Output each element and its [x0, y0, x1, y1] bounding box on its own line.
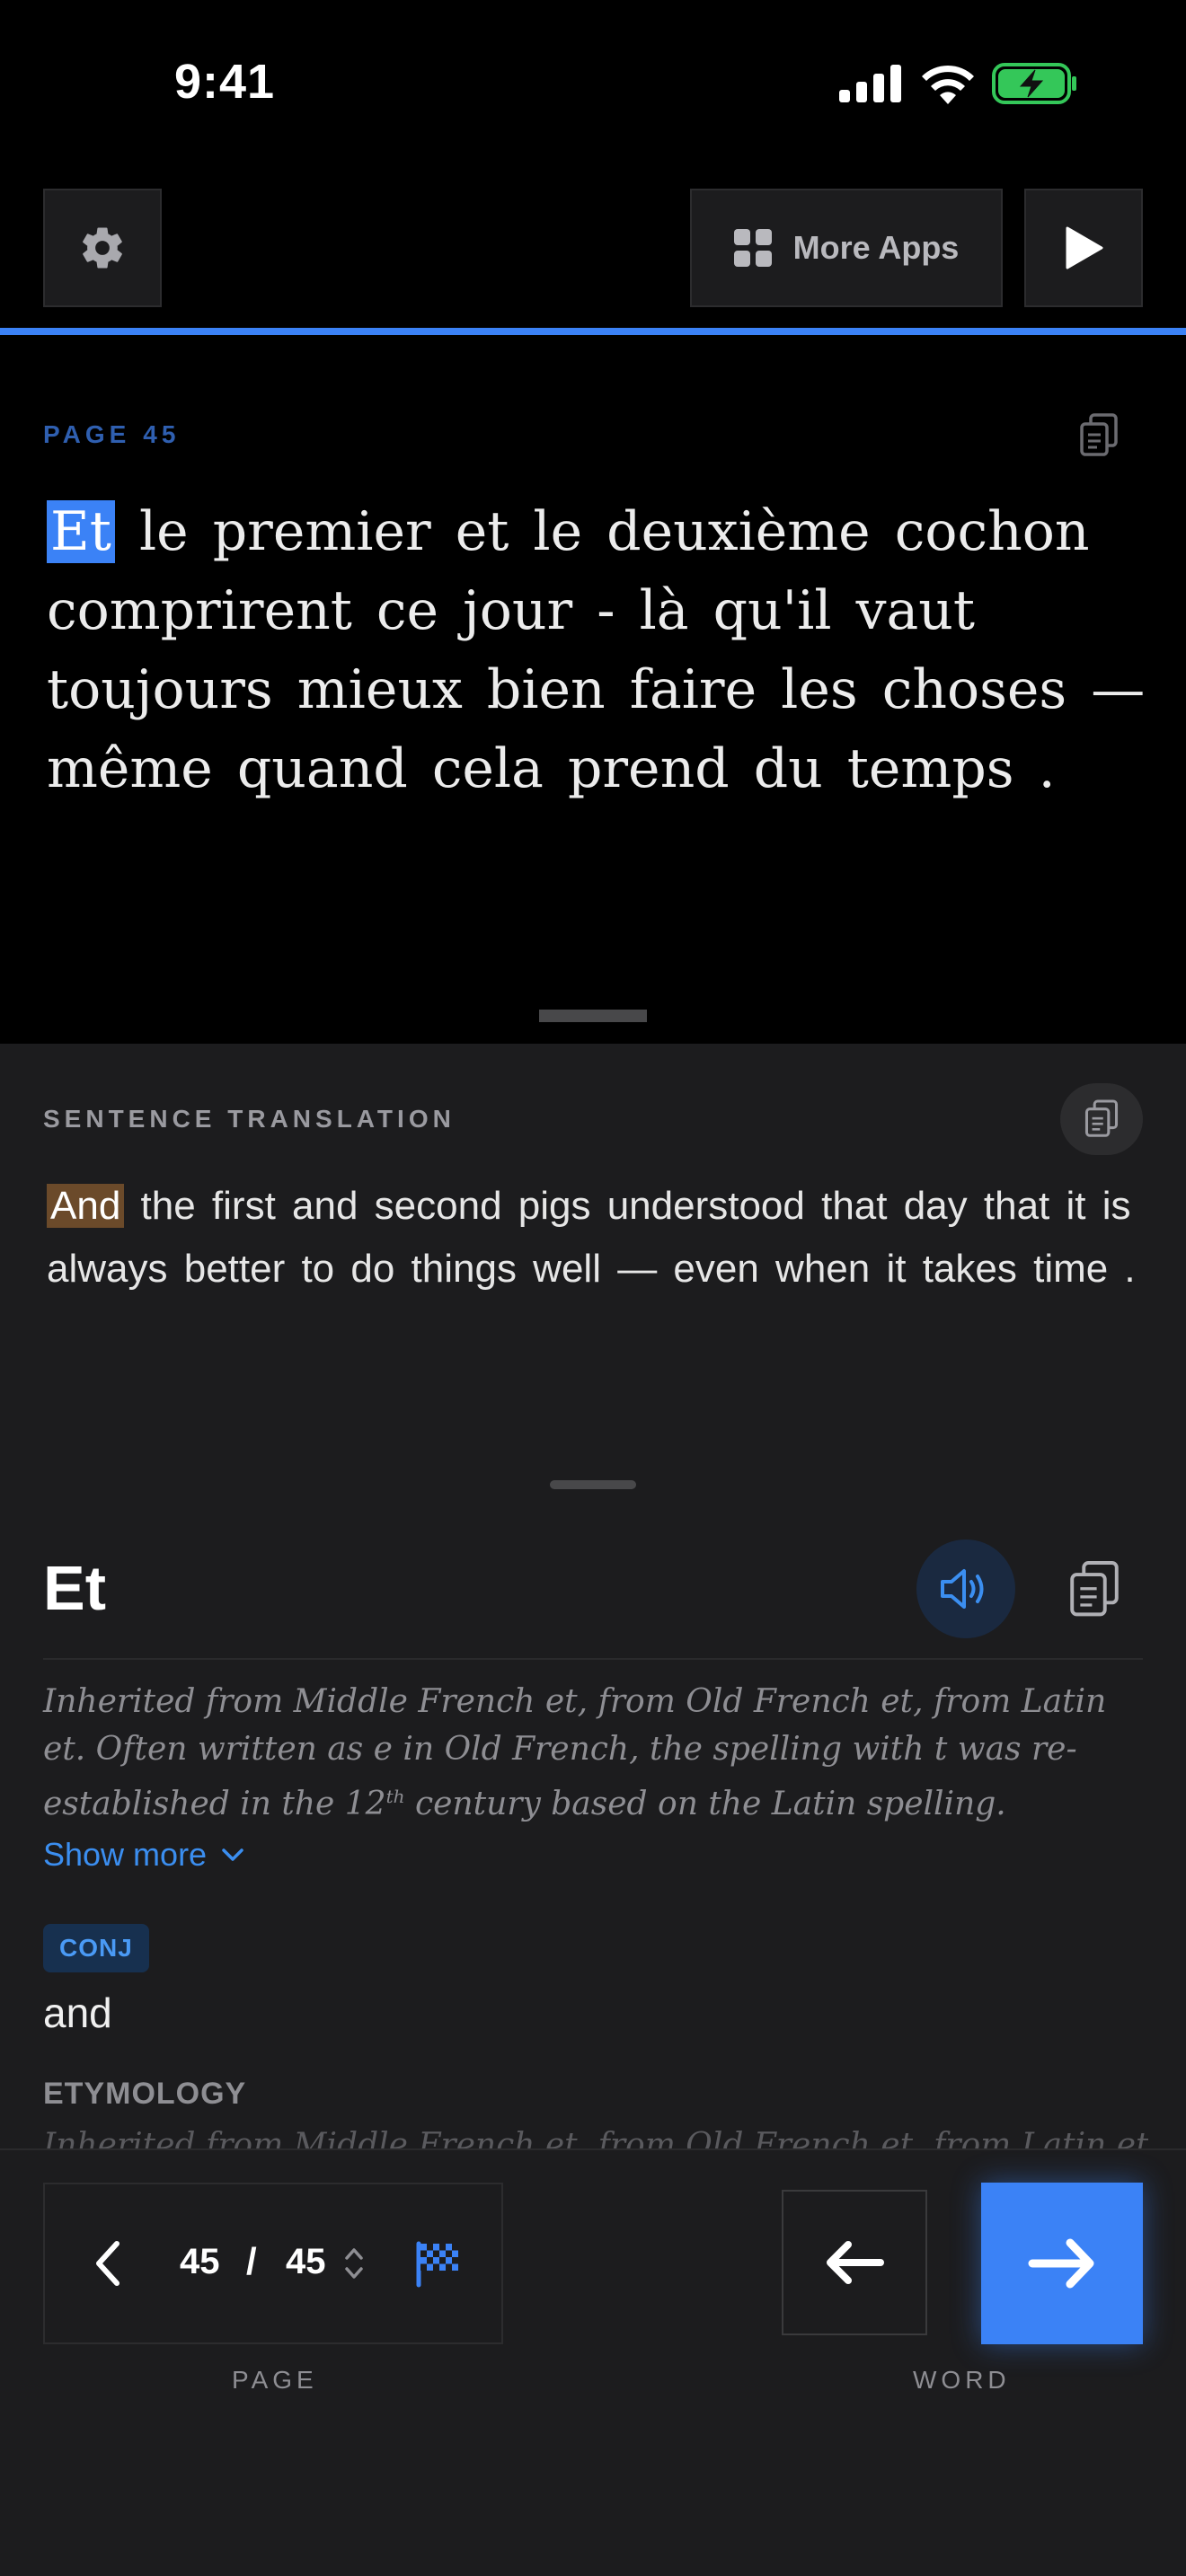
etymology-ordinal-suffix: th — [385, 1786, 405, 1807]
divider — [43, 1658, 1143, 1660]
page-navigator: 45 / 45 — [43, 2183, 503, 2344]
chevron-up-down-icon[interactable] — [341, 2242, 367, 2285]
status-bar: 9:41 — [0, 0, 1186, 171]
more-apps-label: More Apps — [792, 229, 960, 266]
etymology-heading: ETYMOLOGY — [43, 2077, 247, 2111]
top-bar: More Apps — [0, 171, 1186, 332]
pronounce-button[interactable] — [916, 1539, 1015, 1638]
status-time: 9:41 — [174, 55, 276, 109]
cellular-signal-icon — [839, 65, 901, 102]
etymology-text-2: century based on the Latin spelling. — [404, 1786, 1006, 1822]
part-of-speech-badge: CONJ — [43, 1924, 149, 1972]
translation-title: SENTENCE TRANSLATION — [43, 1105, 456, 1133]
copy-page-icon[interactable] — [1078, 413, 1120, 458]
page-separator: / — [246, 2240, 257, 2282]
reader-text[interactable]: Et le premier et le deuxième cochon comp… — [47, 492, 1152, 808]
translation-selected-word: And — [47, 1184, 125, 1228]
arrow-right-icon — [1028, 2238, 1094, 2289]
show-more-button[interactable]: Show more — [43, 1836, 244, 1874]
etymology-summary: Inherited from Middle French et, from Ol… — [43, 1678, 1148, 1828]
page-caption: PAGE — [232, 2366, 318, 2394]
translation-text: And the first and second pigs understood… — [47, 1175, 1143, 1301]
bottom-navigation: 45 / 45 PAGE WORD — [0, 2148, 1186, 2576]
chevron-down-icon — [222, 1848, 243, 1861]
translation-text-rest: the first and second pigs understood tha… — [47, 1184, 1136, 1291]
total-pages: 45 — [286, 2242, 326, 2281]
page-label-text: PAGE — [43, 420, 131, 448]
reading-progress-bar — [0, 328, 1186, 335]
current-page-number[interactable]: 45 — [180, 2242, 220, 2282]
copy-icon — [1070, 1561, 1119, 1617]
panel-drag-handle[interactable] — [539, 1010, 647, 1022]
dictionary-drag-handle[interactable] — [550, 1480, 636, 1489]
etymology-detail: Inherited from Middle French et, from Ol… — [43, 2127, 1148, 2148]
page-label: PAGE 45 — [43, 420, 180, 449]
copy-translation-button[interactable] — [1060, 1083, 1143, 1155]
dictionary-panel: Et Inherited from Middle French et, from… — [0, 1455, 1186, 2148]
settings-button[interactable] — [43, 189, 162, 307]
copy-definition-button[interactable] — [1060, 1552, 1128, 1628]
play-button[interactable] — [1024, 189, 1143, 307]
word-caption: WORD — [913, 2366, 1011, 2394]
speaker-icon — [941, 1569, 984, 1609]
arrow-left-icon — [827, 2241, 884, 2284]
translation-panel: SENTENCE TRANSLATION And the first and s… — [0, 1044, 1186, 1455]
copy-icon — [1084, 1099, 1119, 1137]
play-icon — [1066, 226, 1103, 269]
reader-text-rest[interactable]: le premier et le deuxième cochon comprir… — [47, 500, 1145, 800]
selected-word[interactable]: Et — [47, 500, 115, 563]
definition-text: and — [43, 1989, 112, 2036]
gear-icon — [83, 227, 122, 269]
previous-page-button[interactable] — [90, 2236, 126, 2290]
next-word-button[interactable] — [981, 2183, 1143, 2344]
show-more-label: Show more — [43, 1836, 208, 1873]
grid-icon — [733, 229, 772, 267]
page-label-number: 45 — [143, 420, 181, 448]
dictionary-headword: Et — [43, 1553, 106, 1623]
checkered-flag-icon[interactable] — [413, 2238, 464, 2289]
wifi-icon — [922, 65, 974, 104]
previous-word-button[interactable] — [782, 2190, 927, 2335]
battery-charging-icon — [992, 63, 1076, 104]
more-apps-button[interactable]: More Apps — [690, 189, 1003, 307]
